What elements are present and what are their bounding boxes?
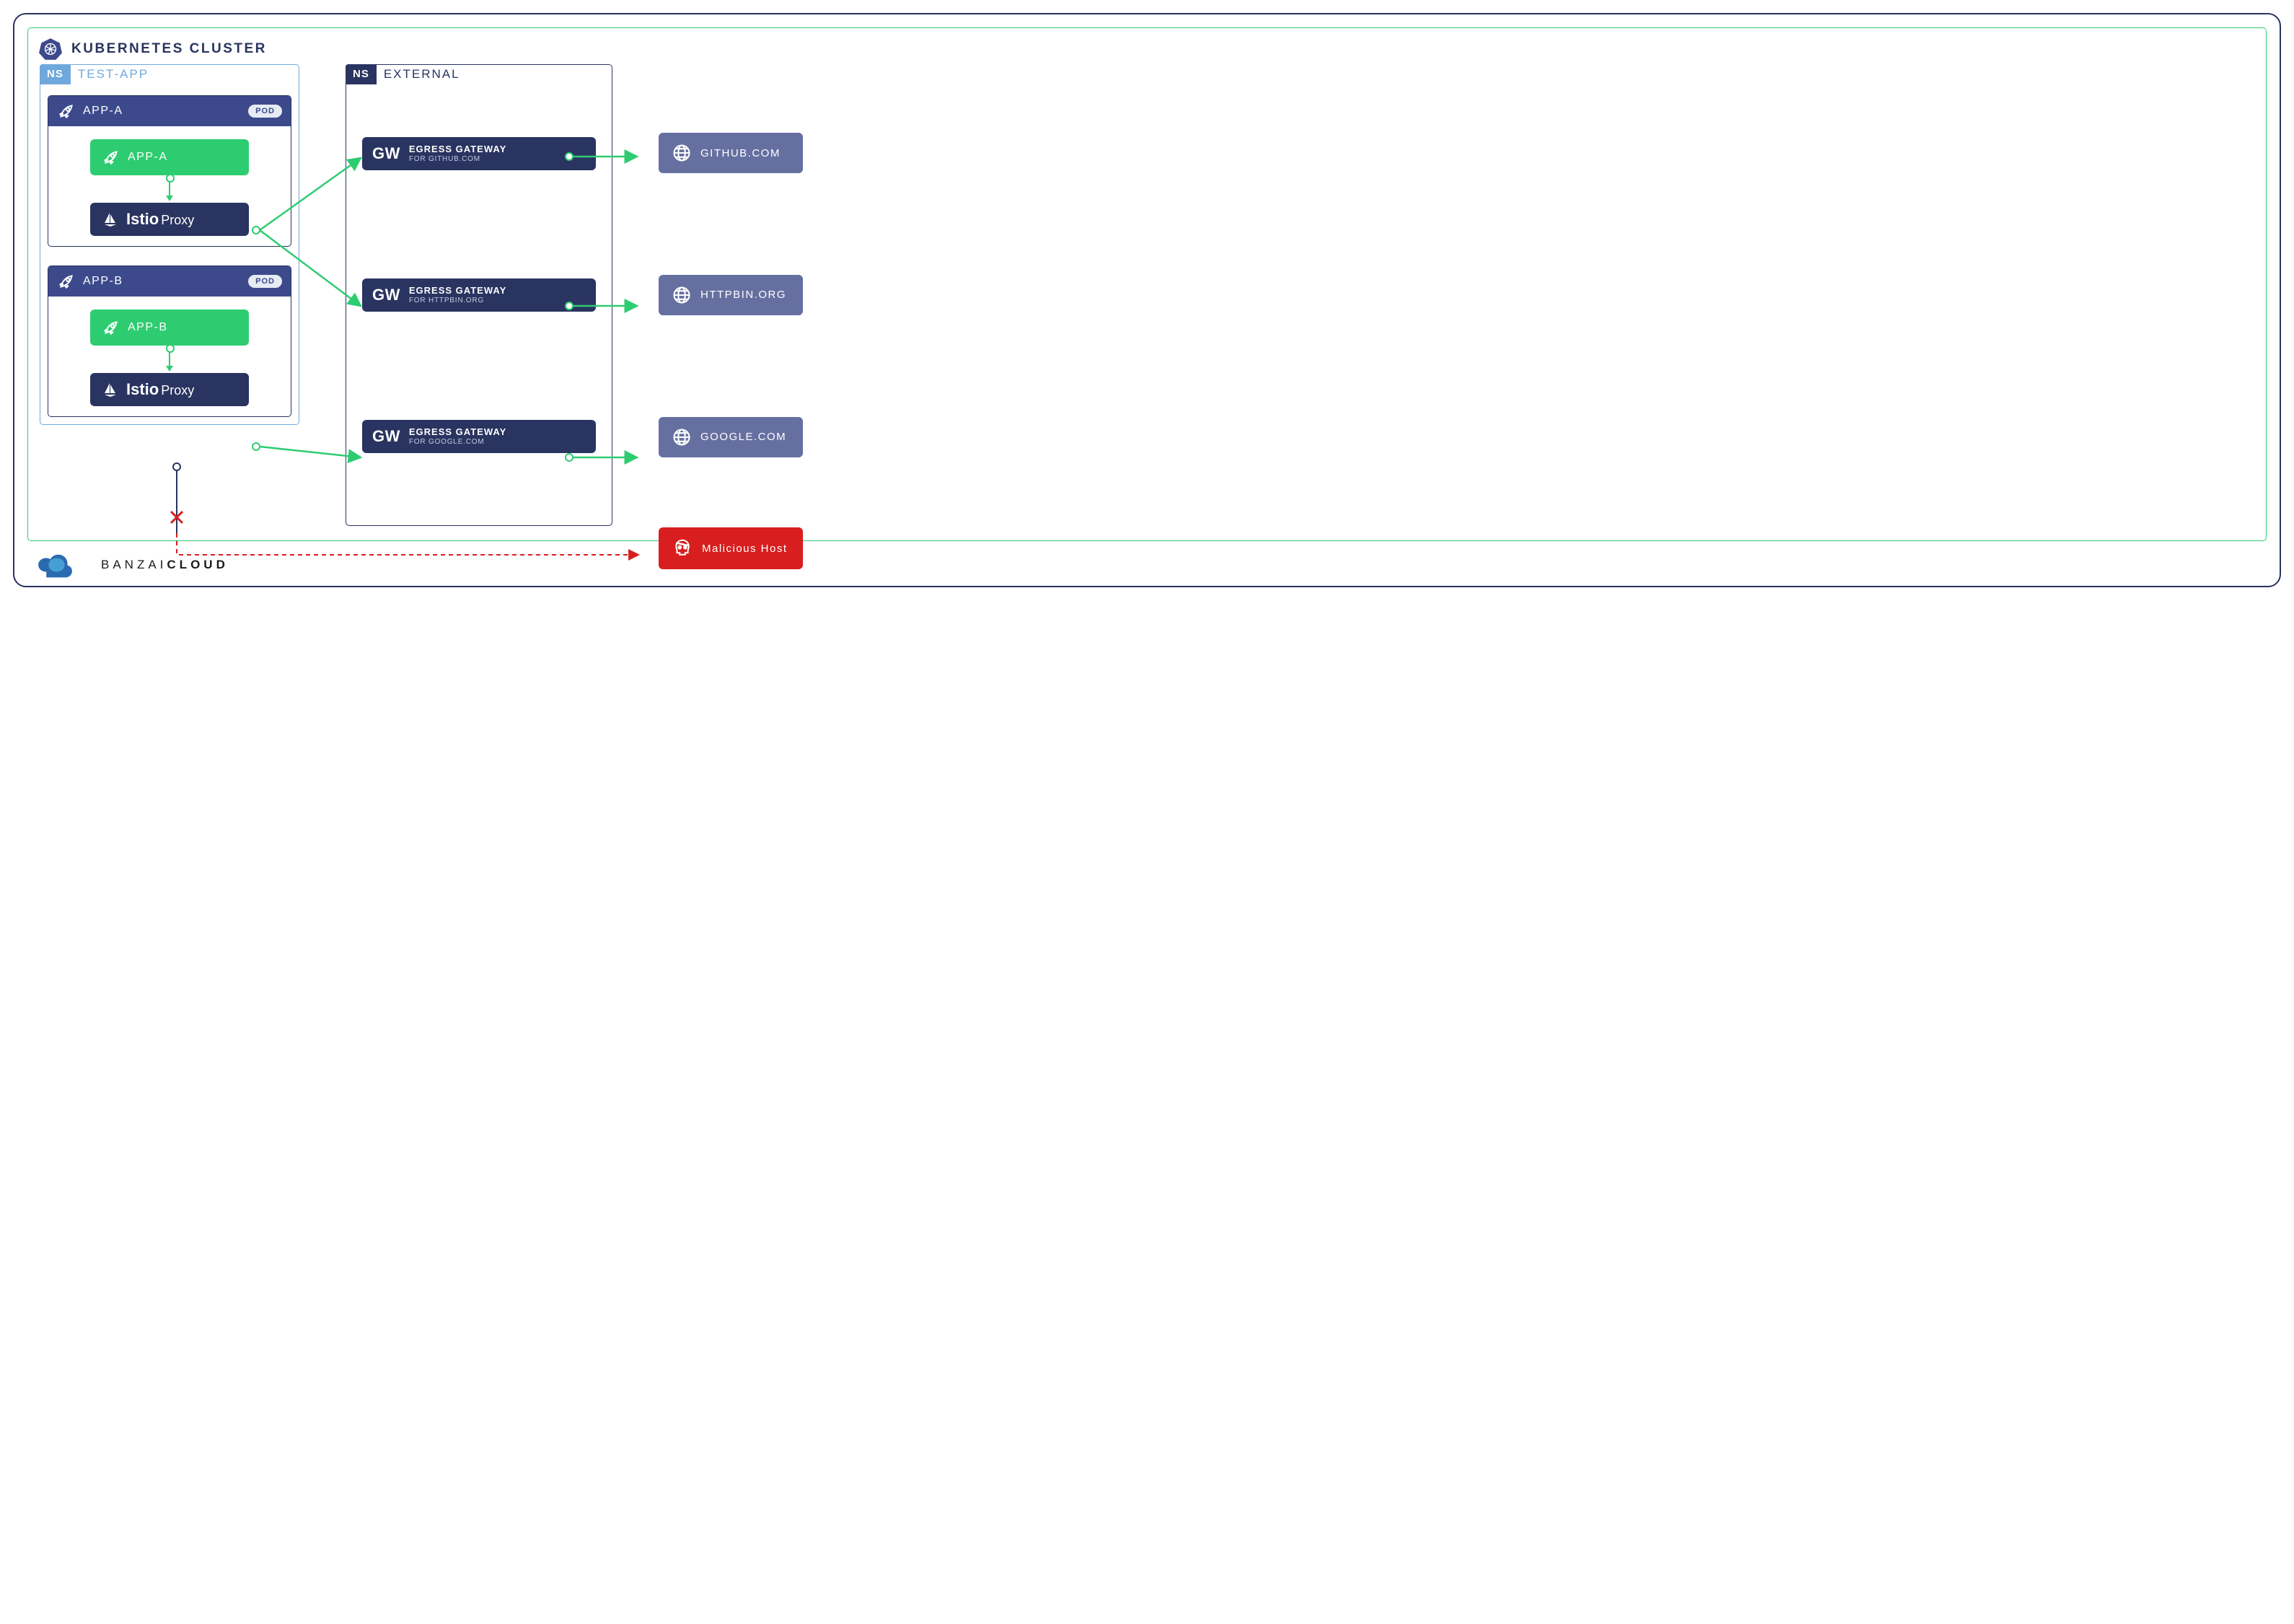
external-google: GOOGLE.COM xyxy=(659,417,803,457)
gw-subtitle: FOR HTTPBIN.ORG xyxy=(409,297,506,304)
globe-icon xyxy=(672,285,692,305)
gw-title: EGRESS GATEWAY xyxy=(409,286,506,296)
gw-subtitle: FOR GITHUB.COM xyxy=(409,155,506,163)
gw-title: EGRESS GATEWAY xyxy=(409,144,506,154)
ns-badge: NS xyxy=(346,64,377,84)
blocked-x-icon xyxy=(171,512,183,523)
app-a-block: APP-A xyxy=(90,139,249,175)
pod-header: APP-A POD xyxy=(48,96,291,126)
egress-gateway-github: GW EGRESS GATEWAY FOR GITHUB.COM xyxy=(362,137,596,170)
pod-app-b: APP-B POD APP-B Istio xyxy=(48,265,291,417)
egress-gateway-google: GW EGRESS GATEWAY FOR GOOGLE.COM xyxy=(362,420,596,453)
gw-label: GW xyxy=(372,286,400,304)
ns-name: TEST-APP xyxy=(78,67,149,82)
external-label: GOOGLE.COM xyxy=(700,431,786,443)
ns-badge: NS xyxy=(40,64,71,84)
rocket-icon xyxy=(57,102,76,120)
malicious-host: Malicious Host xyxy=(659,527,803,569)
cluster-header: KUBERNETES CLUSTER xyxy=(38,37,267,61)
istio-light: Proxy xyxy=(161,213,194,228)
rocket-icon xyxy=(57,272,76,291)
app-a-label: APP-A xyxy=(128,151,168,164)
pod-app-a: APP-A POD APP-A Istio xyxy=(48,95,291,247)
outer-frame: KUBERNETES CLUSTER NS TEST-APP APP-A PO xyxy=(13,13,2281,587)
footer-text: BANZAICLOUD xyxy=(101,558,229,572)
istio-proxy-a: Istio Proxy xyxy=(90,203,249,236)
globe-icon xyxy=(672,143,692,163)
ns-testapp-tab: NS TEST-APP xyxy=(40,64,149,84)
cluster-title: KUBERNETES CLUSTER xyxy=(71,41,267,57)
kubernetes-cluster-box: KUBERNETES CLUSTER NS TEST-APP APP-A PO xyxy=(27,27,2267,541)
istio-proxy-b: Istio Proxy xyxy=(90,373,249,406)
malicious-label: Malicious Host xyxy=(702,543,788,555)
external-hosts-column: GITHUB.COM HTTPBIN.ORG GOOGLE.COM Malici… xyxy=(659,64,803,526)
gw-label: GW xyxy=(372,144,400,163)
arrow-app-b-to-proxy xyxy=(169,348,170,370)
rocket-icon xyxy=(102,318,120,337)
gw-label: GW xyxy=(372,427,400,446)
istio-sail-icon xyxy=(102,381,119,398)
app-b-label: APP-B xyxy=(128,321,168,334)
pod-title: APP-A xyxy=(83,105,123,118)
external-label: HTTPBIN.ORG xyxy=(700,289,786,301)
pod-header: APP-B POD xyxy=(48,266,291,297)
footer-banzai: BANZAI xyxy=(101,558,167,571)
banzai-cloud-logo-icon xyxy=(35,551,92,579)
istio-light: Proxy xyxy=(161,383,194,398)
ns-name: EXTERNAL xyxy=(384,67,460,82)
footer-cloud: CLOUD xyxy=(167,558,228,571)
skull-pirate-icon xyxy=(672,537,693,559)
diagram-area: NS TEST-APP APP-A POD xyxy=(40,64,2254,526)
ns-external-tab: NS EXTERNAL xyxy=(346,64,460,84)
namespace-external: NS EXTERNAL GW EGRESS GATEWAY FOR GITHUB… xyxy=(346,64,612,526)
istio-bold: Istio xyxy=(126,380,159,399)
external-httpbin: HTTPBIN.ORG xyxy=(659,275,803,315)
arrow-app-a-to-proxy xyxy=(169,178,170,200)
gw-subtitle: FOR GOOGLE.COM xyxy=(409,438,506,446)
istio-sail-icon xyxy=(102,211,119,228)
kubernetes-icon xyxy=(38,37,63,61)
egress-gateway-httpbin: GW EGRESS GATEWAY FOR HTTPBIN.ORG xyxy=(362,278,596,312)
pod-pill: POD xyxy=(248,275,282,288)
pod-title: APP-B xyxy=(83,275,123,288)
external-github: GITHUB.COM xyxy=(659,133,803,173)
globe-icon xyxy=(672,427,692,447)
namespace-testapp: NS TEST-APP APP-A POD xyxy=(40,64,299,425)
pod-pill: POD xyxy=(248,105,282,118)
istio-bold: Istio xyxy=(126,210,159,229)
gw-title: EGRESS GATEWAY xyxy=(409,427,506,437)
external-label: GITHUB.COM xyxy=(700,147,781,159)
rocket-icon xyxy=(102,148,120,167)
app-b-block: APP-B xyxy=(90,310,249,346)
footer: BANZAICLOUD xyxy=(27,551,2267,579)
